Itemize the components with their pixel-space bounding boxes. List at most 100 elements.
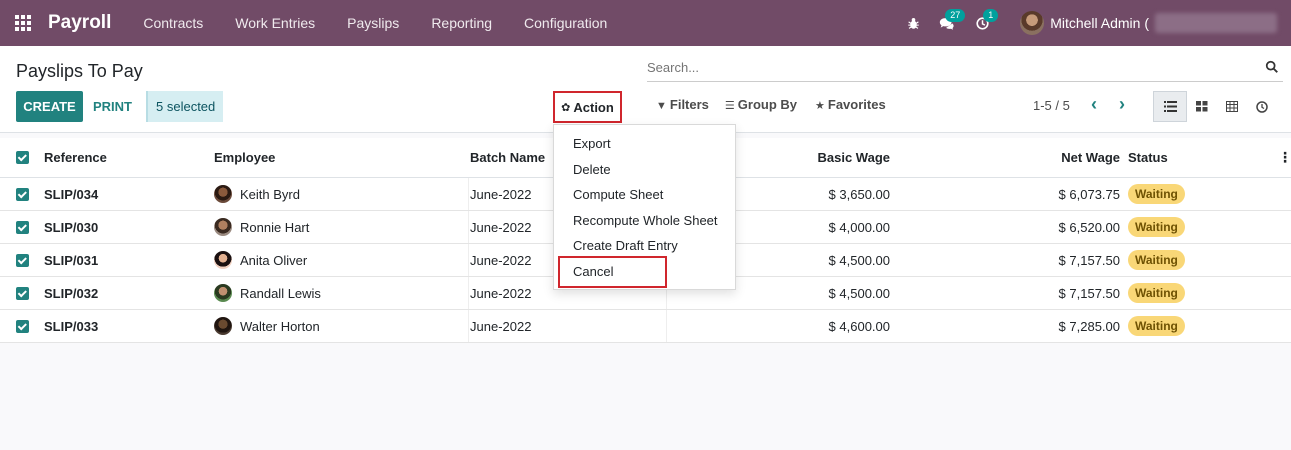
pager-previous-icon[interactable]: ‹	[1084, 94, 1104, 114]
status-badge: Waiting	[1128, 184, 1185, 204]
page-title: Payslips To Pay	[16, 61, 143, 81]
cell-basic-wage: $ 4,600.00	[828, 318, 890, 334]
column-employee[interactable]: Employee	[214, 138, 275, 177]
pager-value[interactable]: 1-5 / 5	[1033, 98, 1070, 113]
cell-net-wage: $ 6,073.75	[1058, 186, 1120, 202]
menu-item-recompute-whole-sheet[interactable]: Recompute Whole Sheet	[554, 208, 735, 234]
filters-button[interactable]: ▼ Filters	[656, 97, 709, 112]
cell-batch-name: June-2022	[470, 318, 532, 334]
top-navbar: Payroll Contracts Work Entries Payslips …	[0, 0, 1291, 46]
cell-employee: Ronnie Hart	[214, 211, 309, 243]
row-checkbox[interactable]	[16, 220, 29, 234]
favorites-label: Favorites	[827, 97, 886, 112]
employee-name: Ronnie Hart	[240, 219, 310, 235]
column-divider	[468, 244, 469, 276]
app-brand[interactable]: Payroll	[48, 12, 111, 34]
create-button[interactable]: CREATE	[16, 91, 83, 122]
group-by-label: Group By	[737, 97, 798, 112]
group-by-button[interactable]: ☰ Group By	[725, 97, 797, 112]
status-badge: Waiting	[1128, 217, 1185, 237]
filter-icon: ▼	[656, 100, 667, 112]
column-divider	[468, 277, 469, 309]
column-divider	[468, 310, 469, 342]
table-row[interactable]: SLIP/033 Walter Horton June-2022 $ 4,600.00…	[0, 310, 1291, 343]
selected-count-badge: 5 selected	[146, 91, 224, 122]
action-button[interactable]: ✿ Action	[553, 91, 622, 123]
search-box	[647, 56, 1283, 82]
row-checkbox[interactable]	[16, 319, 29, 333]
list-view-icon[interactable]	[1153, 91, 1187, 122]
cell-reference: SLIP/031	[44, 252, 99, 268]
column-divider	[468, 211, 469, 243]
column-reference[interactable]: Reference	[44, 138, 107, 177]
activity-view-icon[interactable]	[1245, 91, 1279, 122]
menu-item-compute-sheet[interactable]: Compute Sheet	[554, 182, 735, 208]
column-status[interactable]: Status	[1128, 138, 1168, 177]
search-options: ▼ Filters ☰ Group By ★ Favorites	[656, 97, 886, 112]
action-dropdown-menu: Export Delete Compute Sheet Recompute Wh…	[553, 124, 736, 290]
cell-net-wage: $ 7,285.00	[1058, 318, 1120, 334]
action-label: Action	[573, 99, 614, 115]
column-divider	[468, 178, 469, 210]
status-badge: Waiting	[1128, 250, 1185, 270]
status-badge: Waiting	[1128, 283, 1185, 303]
cell-reference: SLIP/034	[44, 186, 99, 202]
menu-configuration[interactable]: Configuration	[508, 0, 623, 46]
row-checkbox[interactable]	[16, 253, 29, 267]
cell-batch-name: June-2022	[470, 186, 532, 202]
cell-employee: Keith Byrd	[214, 178, 300, 210]
column-net-wage[interactable]: Net Wage	[930, 138, 1120, 177]
menu-payslips[interactable]: Payslips	[331, 0, 415, 46]
column-batch-name[interactable]: Batch Name	[470, 138, 545, 177]
menu-reporting[interactable]: Reporting	[415, 0, 508, 46]
optional-columns-icon[interactable]: ⋮	[1278, 138, 1291, 177]
column-divider	[666, 310, 667, 342]
pager-next-icon[interactable]: ›	[1112, 94, 1132, 114]
employee-name: Keith Byrd	[240, 186, 300, 202]
employee-avatar	[214, 251, 232, 269]
employee-name: Randall Lewis	[240, 285, 321, 301]
star-icon: ★	[815, 100, 825, 112]
activity-count-badge: 1	[983, 9, 999, 22]
cell-reference: SLIP/032	[44, 285, 99, 301]
employee-avatar	[214, 317, 232, 335]
apps-menu-icon[interactable]	[0, 0, 46, 46]
control-panel: Payslips To Pay CREATE PRINT 5 selected …	[0, 46, 1291, 133]
messages-icon[interactable]: 27	[928, 0, 966, 46]
messages-count-badge: 27	[945, 9, 966, 22]
cell-employee: Walter Horton	[214, 310, 320, 342]
row-checkbox[interactable]	[16, 286, 29, 300]
employee-name: Anita Oliver	[240, 252, 308, 268]
cell-employee: Randall Lewis	[214, 277, 321, 309]
employee-avatar	[214, 284, 232, 302]
status-badge: Waiting	[1128, 316, 1185, 336]
gear-icon: ✿	[561, 101, 571, 114]
cancel-highlight-box	[558, 256, 667, 288]
user-name[interactable]: Mitchell Admin (	[1050, 15, 1149, 31]
search-input[interactable]	[647, 56, 1247, 75]
kanban-view-icon[interactable]	[1185, 91, 1219, 122]
user-avatar[interactable]	[1020, 11, 1045, 35]
pivot-view-icon[interactable]	[1215, 91, 1249, 122]
menu-item-delete[interactable]: Delete	[554, 157, 735, 183]
row-checkbox[interactable]	[16, 187, 29, 201]
redacted-company-name	[1155, 13, 1277, 33]
cell-net-wage: $ 6,520.00	[1058, 219, 1120, 235]
menu-item-export[interactable]: Export	[554, 131, 735, 157]
menu-item-create-draft-entry[interactable]: Create Draft Entry	[554, 233, 735, 259]
favorites-button[interactable]: ★ Favorites	[815, 97, 886, 112]
activity-clock-icon[interactable]: 1	[964, 0, 1000, 46]
bars-icon: ☰	[724, 100, 735, 112]
navbar-systray: 27 1 Mitchell Admin (	[898, 0, 1291, 46]
bug-icon[interactable]	[898, 0, 928, 46]
select-all-checkbox[interactable]	[16, 151, 29, 164]
cell-batch-name: June-2022	[470, 285, 532, 301]
print-button[interactable]: PRINT	[93, 91, 132, 122]
filters-label: Filters	[669, 97, 709, 112]
employee-avatar	[214, 218, 232, 236]
cell-reference: SLIP/033	[44, 318, 99, 334]
search-icon[interactable]	[1265, 60, 1279, 74]
menu-work-entries[interactable]: Work Entries	[219, 0, 331, 46]
cell-reference: SLIP/030	[44, 219, 99, 235]
menu-contracts[interactable]: Contracts	[127, 0, 219, 46]
